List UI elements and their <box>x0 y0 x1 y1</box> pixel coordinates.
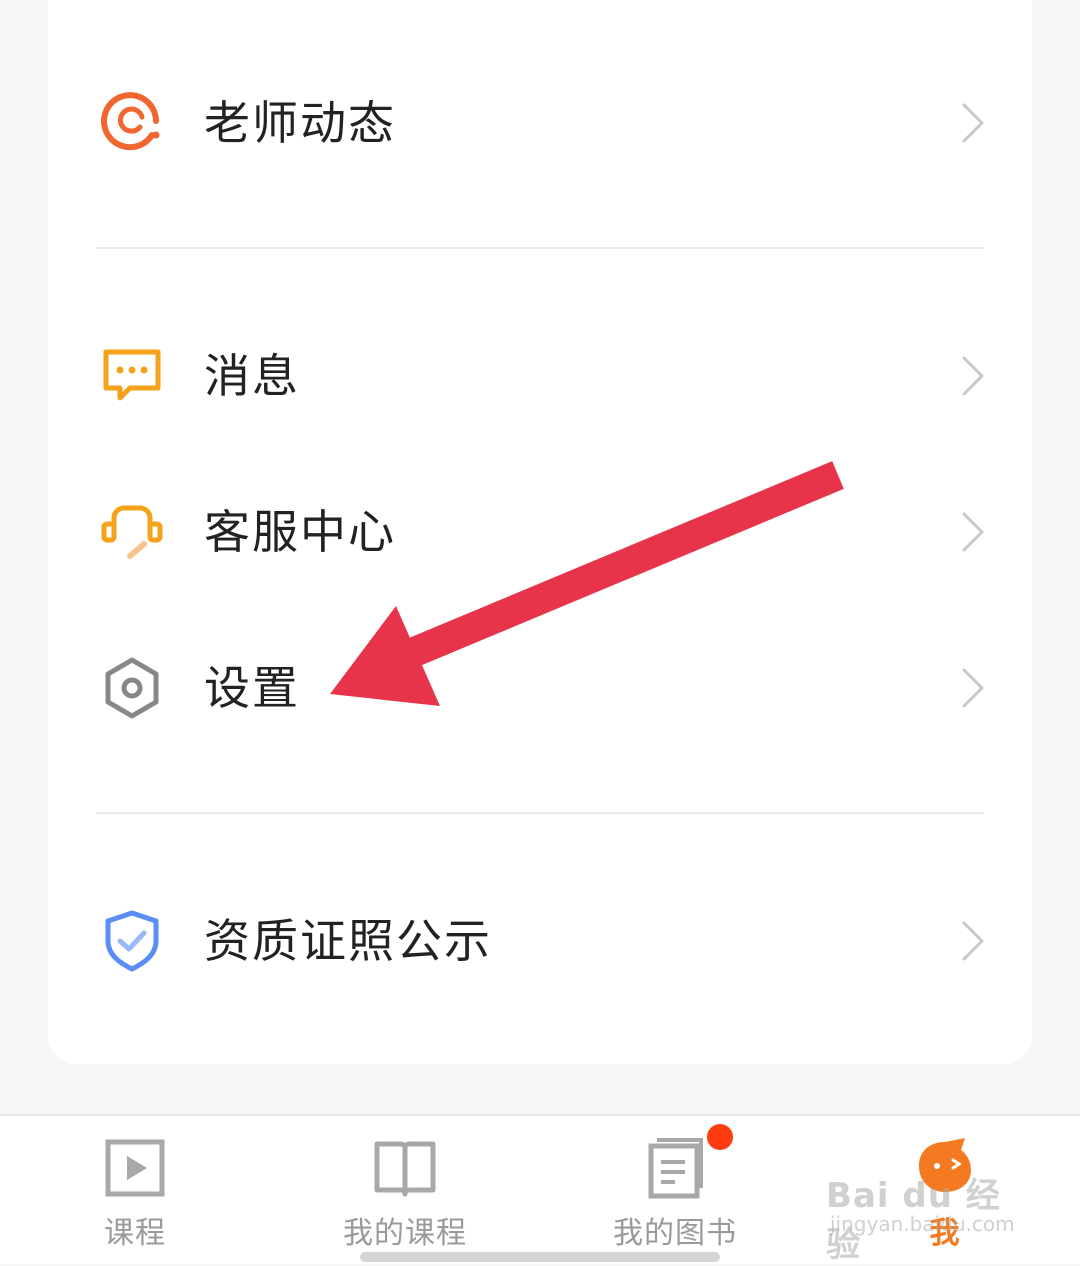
tab-my-courses[interactable]: 我的课程 <box>305 1116 505 1256</box>
tab-label: 我的图书 <box>613 1216 737 1251</box>
book-icon <box>643 1136 707 1200</box>
tab-label: 课程 <box>104 1216 166 1251</box>
annotation-arrow <box>330 461 844 706</box>
tab-my-books[interactable]: 我的图书 <box>575 1116 775 1256</box>
home-indicator[interactable] <box>360 1252 720 1262</box>
open-book-icon <box>373 1136 437 1200</box>
notification-badge <box>707 1124 733 1150</box>
baidu-jingyan-watermark: Bai du 经验 jingyan.baidu.com <box>826 1168 1026 1265</box>
video-course-icon <box>103 1136 167 1200</box>
watermark-url: jingyan.baidu.com <box>830 1212 1015 1236</box>
tab-label: 我的课程 <box>343 1216 467 1251</box>
tab-course[interactable]: 课程 <box>35 1116 235 1256</box>
